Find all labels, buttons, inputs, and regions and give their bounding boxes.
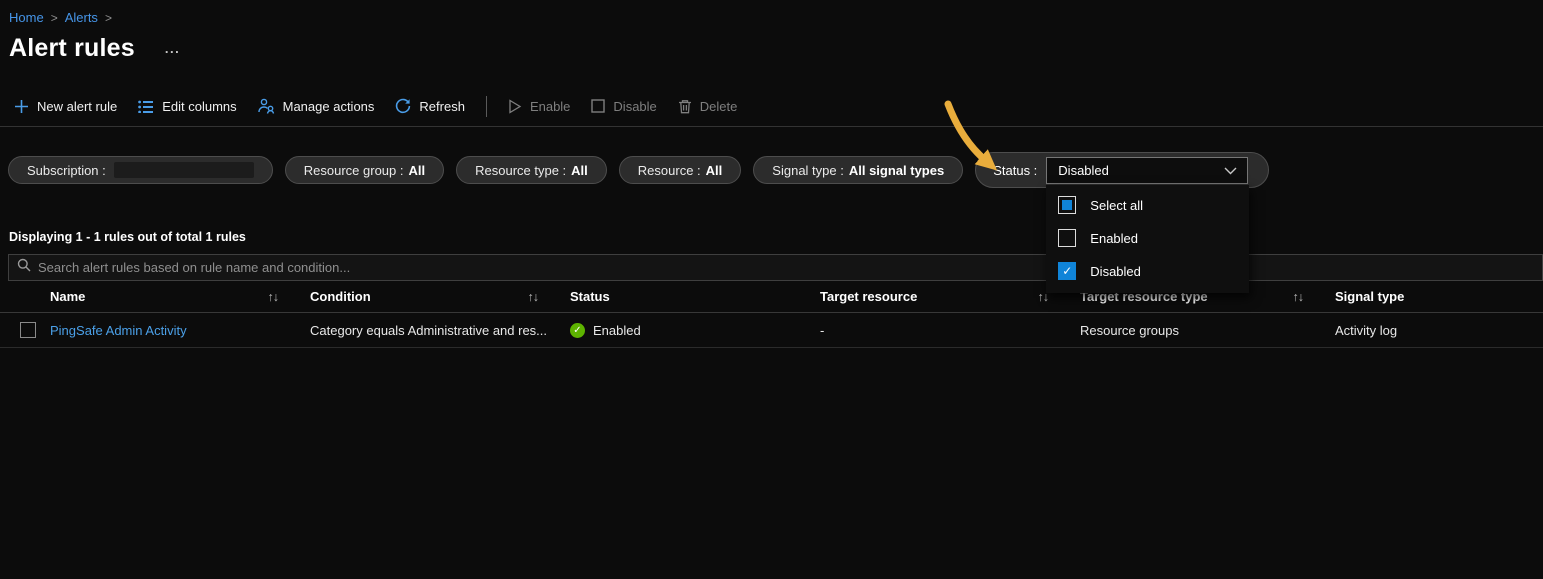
edit-columns-icon [138, 99, 154, 113]
refresh-button[interactable]: Refresh [395, 98, 465, 114]
column-label: Target resource [820, 289, 917, 304]
column-label: Condition [310, 289, 371, 304]
new-alert-rule-button[interactable]: New alert rule [14, 99, 117, 114]
column-label: Name [50, 289, 85, 304]
toolbar-item-label: Enable [530, 99, 570, 114]
sort-icon[interactable]: ↑↓ [268, 290, 279, 304]
toolbar-item-label: Delete [700, 99, 738, 114]
play-icon [508, 99, 522, 114]
filter-pill-resource-group[interactable]: Resource group : All [285, 156, 444, 184]
plus-icon [14, 99, 29, 114]
cell-name: PingSafe Admin Activity [50, 323, 300, 338]
filter-pill-resource[interactable]: Resource : All [619, 156, 742, 184]
filter-pill-resource-type[interactable]: Resource type : All [456, 156, 607, 184]
toolbar-item-label: Edit columns [162, 99, 236, 114]
breadcrumb-separator-icon: > [105, 11, 112, 25]
filter-pill-label: Status : [993, 163, 1037, 178]
page-title: Alert rules [9, 34, 135, 63]
filter-pill-value: All [706, 163, 723, 178]
table-row: PingSafe Admin Activity Category equals … [0, 313, 1543, 348]
status-dropdown: Select all Enabled ✓ Disabled [1046, 185, 1249, 293]
checkbox-unchecked-icon[interactable] [1058, 229, 1076, 247]
dropdown-option-enabled[interactable]: Enabled [1046, 222, 1249, 255]
redacted-subscription-value [114, 162, 254, 178]
filter-pill-label: Subscription : [27, 163, 106, 178]
square-icon [591, 99, 605, 113]
table-header: Name ↑↓ Condition ↑↓ Status Target resou… [0, 281, 1543, 313]
dropdown-option-disabled[interactable]: ✓ Disabled [1046, 255, 1249, 288]
toolbar-item-label: Manage actions [283, 99, 375, 114]
row-checkbox[interactable] [20, 322, 36, 338]
breadcrumb-separator-icon: > [51, 11, 58, 25]
results-summary: Displaying 1 - 1 rules out of total 1 ru… [9, 230, 1543, 244]
toolbar-item-label: Refresh [419, 99, 465, 114]
checkbox-checked-icon[interactable]: ✓ [1058, 262, 1076, 280]
title-row: Alert rules ... [0, 25, 1543, 63]
dropdown-option-label: Select all [1090, 198, 1143, 213]
toolbar-item-label: New alert rule [37, 99, 117, 114]
sort-icon[interactable]: ↑↓ [1293, 290, 1304, 304]
trash-icon [678, 99, 692, 114]
dropdown-option-select-all[interactable]: Select all [1046, 189, 1249, 222]
column-header-name[interactable]: Name ↑↓ [50, 289, 300, 304]
filter-pill-value: All [571, 163, 588, 178]
filter-pill-label: Resource group : [304, 163, 404, 178]
dropdown-option-label: Disabled [1090, 264, 1141, 279]
cell-target-resource-type: Resource groups [1070, 323, 1325, 338]
enabled-check-icon: ✓ [570, 323, 585, 338]
search-icon [17, 258, 31, 277]
filter-bar: Subscription : Resource group : All Reso… [8, 152, 1543, 188]
delete-button[interactable]: Delete [678, 99, 738, 114]
column-label: Signal type [1335, 289, 1404, 304]
status-select-value: Disabled [1058, 163, 1109, 178]
toolbar-divider [486, 96, 487, 117]
filter-pill-label: Signal type : [772, 163, 844, 178]
disable-button[interactable]: Disable [591, 99, 656, 114]
toolbar-item-label: Disable [613, 99, 656, 114]
checkbox-indeterminate-icon[interactable] [1058, 196, 1076, 214]
refresh-icon [395, 98, 411, 114]
enable-button[interactable]: Enable [508, 99, 570, 114]
column-header-signal-type[interactable]: Signal type [1325, 289, 1543, 304]
column-header-status[interactable]: Status [560, 289, 810, 304]
search-input[interactable] [38, 260, 1534, 275]
row-checkbox-cell [0, 322, 50, 338]
chevron-down-icon [1224, 163, 1237, 178]
edit-columns-button[interactable]: Edit columns [138, 99, 236, 114]
filter-pill-signal-type[interactable]: Signal type : All signal types [753, 156, 963, 184]
search-box [8, 254, 1543, 281]
filter-pill-value: All [409, 163, 426, 178]
cell-target-resource: - [810, 323, 1070, 338]
status-text: Enabled [593, 323, 641, 338]
status-select-wrap: Disabled Select all Enabled ✓ Disabled [1046, 157, 1248, 184]
breadcrumb-alerts[interactable]: Alerts [65, 10, 98, 25]
toolbar: New alert rule Edit columns Manage actio… [0, 86, 1543, 127]
breadcrumb-home[interactable]: Home [9, 10, 44, 25]
column-label: Status [570, 289, 610, 304]
sort-icon[interactable]: ↑↓ [528, 290, 539, 304]
cell-signal-type: Activity log [1325, 323, 1543, 338]
filter-pill-status: Status : Disabled Select all Enabled ✓ [975, 152, 1269, 188]
people-icon [258, 98, 275, 114]
status-select[interactable]: Disabled [1046, 157, 1248, 184]
cell-condition: Category equals Administrative and res..… [300, 323, 560, 338]
breadcrumb: Home > Alerts > [0, 0, 1543, 25]
alert-rule-link[interactable]: PingSafe Admin Activity [50, 323, 187, 338]
filter-pill-label: Resource type : [475, 163, 566, 178]
cell-status: ✓ Enabled [560, 323, 810, 338]
filter-pill-subscription[interactable]: Subscription : [8, 156, 273, 184]
dropdown-option-label: Enabled [1090, 231, 1138, 246]
filter-pill-label: Resource : [638, 163, 701, 178]
column-header-condition[interactable]: Condition ↑↓ [300, 289, 560, 304]
column-header-target-resource[interactable]: Target resource ↑↓ [810, 289, 1070, 304]
filter-pill-value: All signal types [849, 163, 944, 178]
overflow-menu-icon[interactable]: ... [165, 41, 180, 56]
manage-actions-button[interactable]: Manage actions [258, 98, 375, 114]
